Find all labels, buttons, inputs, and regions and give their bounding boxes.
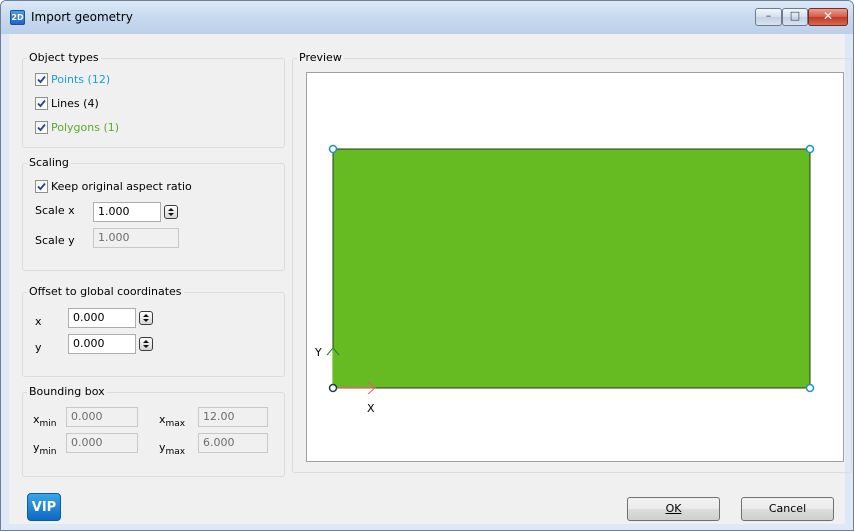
spin-arrows-icon: [168, 208, 174, 216]
keep-aspect-checkbox[interactable]: [35, 179, 48, 193]
keep-aspect-label: Keep original aspect ratio: [51, 179, 192, 193]
offset-group: Offset to global coordinates x 0.000 y 0…: [22, 285, 285, 377]
ymax-label: ymax: [159, 441, 186, 457]
point-marker: [328, 383, 338, 393]
preview-title: Preview: [297, 51, 344, 65]
xmax-label: xmax: [159, 413, 186, 429]
close-button[interactable]: ✕: [808, 8, 848, 26]
object-types-group: Object types Points (12) Lines (4) Polyg…: [22, 51, 285, 148]
offset-x-input[interactable]: 0.000: [68, 308, 136, 328]
maximize-button[interactable]: □: [782, 8, 808, 26]
point-marker: [328, 144, 338, 154]
points-checkbox[interactable]: [35, 72, 48, 86]
xmin-field: 0.000: [66, 407, 138, 427]
app-2d-icon: 2D: [10, 10, 25, 25]
keep-aspect-row[interactable]: Keep original aspect ratio: [35, 178, 192, 194]
xmax-field: 12.00: [198, 407, 268, 427]
offset-x-spinner[interactable]: [139, 311, 153, 325]
cancel-button[interactable]: Cancel: [741, 497, 834, 521]
dialog-client-area: Object types Points (12) Lines (4) Polyg…: [9, 34, 852, 524]
object-types-title: Object types: [27, 51, 101, 65]
minimize-button[interactable]: –: [755, 8, 782, 26]
minimize-icon: –: [765, 9, 772, 22]
polygons-checkbox[interactable]: [35, 120, 48, 134]
preview-drawing: Y X: [314, 144, 815, 415]
preview-canvas: Y X: [306, 72, 844, 462]
point-marker: [805, 383, 815, 393]
ymax-field: 6.000: [198, 433, 268, 453]
maximize-icon: □: [789, 9, 801, 22]
title-bar[interactable]: 2D Import geometry – □ ✕: [1, 1, 853, 34]
lines-checkbox[interactable]: [35, 96, 48, 110]
offset-y-spinner[interactable]: [139, 337, 153, 351]
bounding-box-group: Bounding box xmin 0.000 xmax 12.00 ymin …: [22, 385, 285, 477]
ok-button[interactable]: OK: [627, 497, 720, 521]
ok-button-label: OK: [665, 502, 682, 515]
xmin-label: xmin: [33, 413, 57, 429]
scale-x-spinner[interactable]: [164, 205, 178, 219]
lines-checkbox-row[interactable]: Lines (4): [35, 95, 99, 111]
axis-x-label: X: [367, 402, 375, 415]
point-marker: [805, 144, 815, 154]
close-icon: ✕: [822, 9, 834, 23]
spin-arrows-icon: [143, 314, 149, 322]
lines-label: Lines (4): [51, 96, 99, 110]
offset-y-label: y: [35, 341, 42, 354]
offset-x-label: x: [35, 315, 42, 328]
points-checkbox-row[interactable]: Points (12): [35, 71, 110, 87]
vip-logo: VIP: [27, 493, 61, 521]
offset-title: Offset to global coordinates: [27, 285, 184, 299]
scale-y-label: Scale y: [35, 234, 75, 247]
offset-y-input[interactable]: 0.000: [68, 334, 136, 354]
scaling-title: Scaling: [27, 156, 71, 170]
scaling-group: Scaling Keep original aspect ratio Scale…: [22, 156, 285, 271]
polygons-checkbox-row[interactable]: Polygons (1): [35, 119, 119, 135]
bounding-box-title: Bounding box: [27, 385, 107, 399]
scale-y-input: 1.000: [93, 228, 179, 248]
polygons-label: Polygons (1): [51, 120, 120, 134]
scale-x-input[interactable]: 1.000: [93, 202, 161, 222]
spin-arrows-icon: [143, 340, 149, 348]
import-geometry-dialog: 2D Import geometry – □ ✕ Object types Po…: [0, 0, 854, 531]
axis-y-label: Y: [314, 346, 322, 359]
cancel-button-label: Cancel: [768, 502, 807, 515]
polygon-shape: [332, 148, 811, 389]
ymin-label: ymin: [33, 441, 57, 457]
window-title: Import geometry: [31, 10, 133, 24]
scale-x-label: Scale x: [35, 204, 75, 217]
ymin-field: 0.000: [66, 433, 138, 453]
points-label: Points (12): [51, 72, 111, 86]
